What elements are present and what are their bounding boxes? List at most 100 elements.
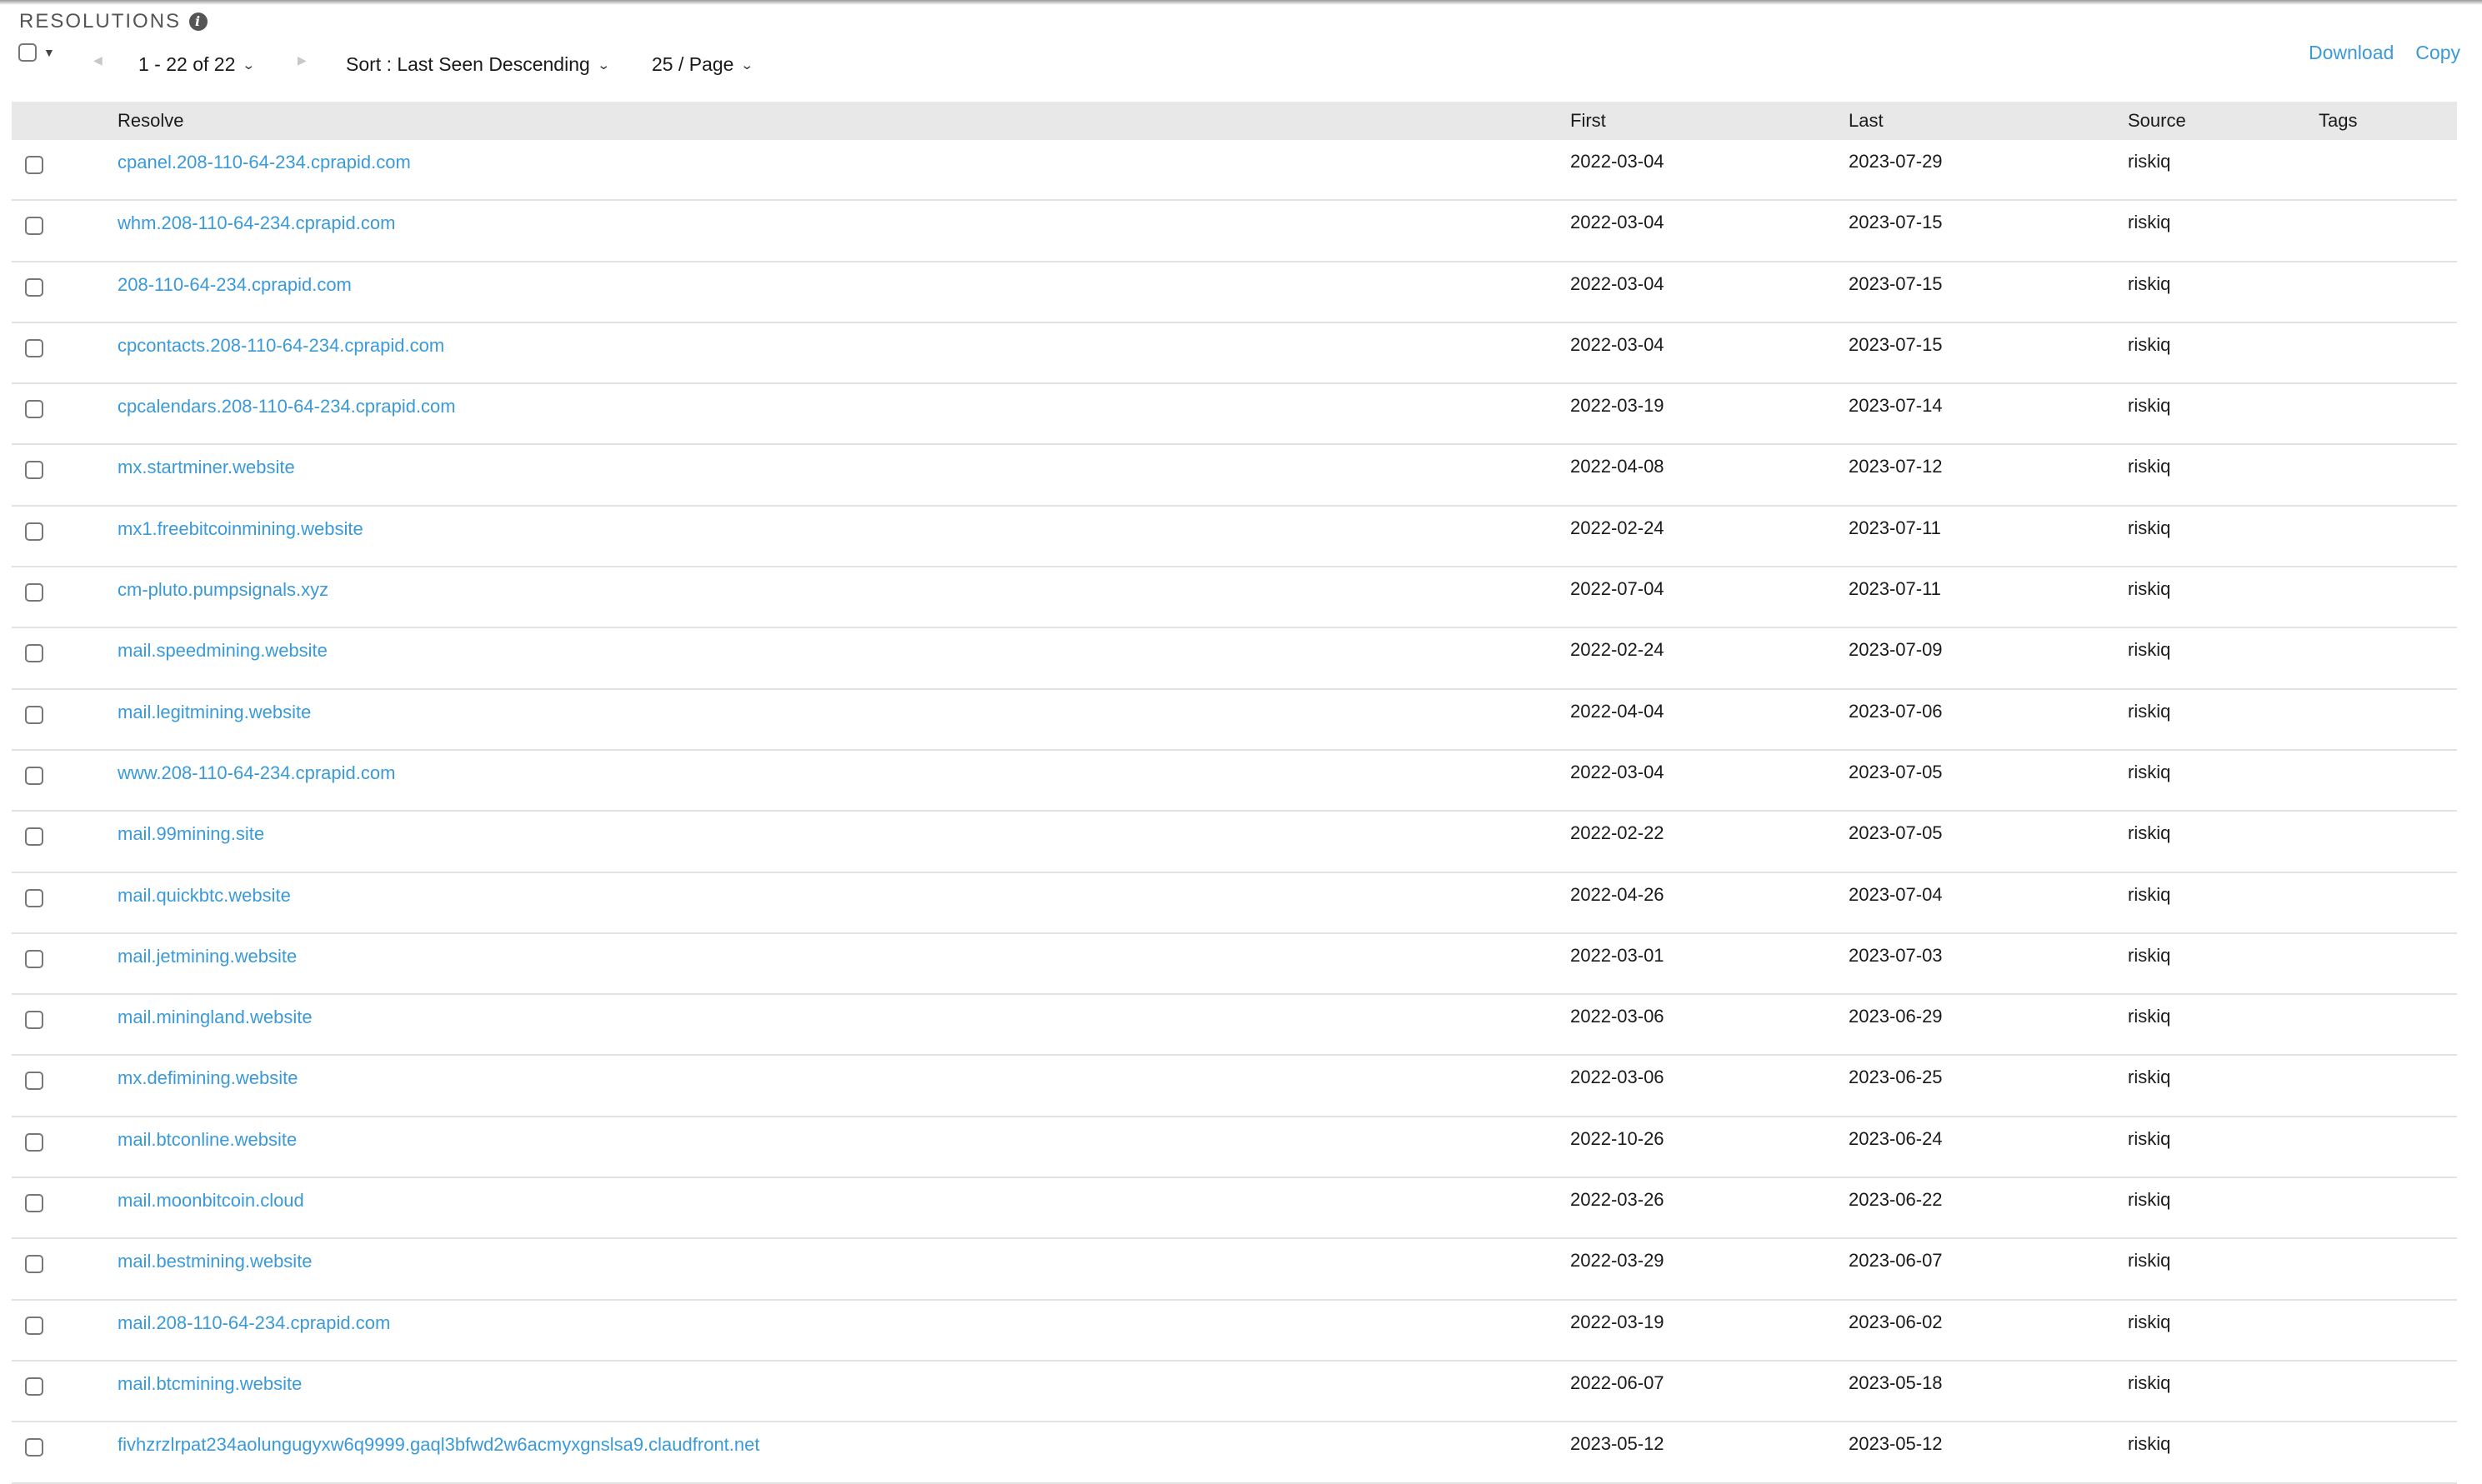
row-checkbox[interactable] <box>25 949 43 968</box>
resolve-link[interactable]: mail.bestmining.website <box>118 1251 313 1272</box>
source: riskiq <box>2128 761 2171 782</box>
first-seen: 2022-03-01 <box>1570 944 1664 966</box>
row-checkbox[interactable] <box>25 522 43 541</box>
caret-down-icon[interactable]: ▼ <box>43 46 55 59</box>
source: riskiq <box>2128 639 2171 661</box>
row-checkbox[interactable] <box>25 217 43 236</box>
row-checkbox[interactable] <box>25 1377 43 1396</box>
triangle-right-icon[interactable]: ▶ <box>298 53 307 67</box>
resolve-link[interactable]: mx.startminer.website <box>118 457 295 478</box>
toolbar: ▼ ◀ 1 - 22 of 22 ⌄ ▶ Sort : Last Seen De… <box>18 42 2460 92</box>
last-seen: 2023-06-29 <box>1849 1006 1943 1027</box>
last-seen: 2023-07-12 <box>1849 456 1943 477</box>
column-header-first[interactable]: First <box>1570 110 1606 132</box>
select-all-dropdown[interactable]: ▼ <box>18 43 55 62</box>
row-checkbox[interactable] <box>25 1011 43 1030</box>
table-row: mail.btconline.website 2022-10-26 2023-06-… <box>12 1117 2457 1179</box>
source: riskiq <box>2128 456 2171 477</box>
source: riskiq <box>2128 1372 2171 1393</box>
resolve-link[interactable]: whm.208-110-64-234.cprapid.com <box>118 212 395 234</box>
row-checkbox[interactable] <box>25 1316 43 1335</box>
row-checkbox[interactable] <box>25 1072 43 1091</box>
row-checkbox[interactable] <box>25 1132 43 1152</box>
table-row: mail.btcmining.website 2022-06-07 2023-05-… <box>12 1362 2457 1423</box>
row-checkbox[interactable] <box>25 1438 43 1457</box>
last-seen: 2023-07-15 <box>1849 212 1943 233</box>
column-header-source[interactable]: Source <box>2128 110 2186 132</box>
copy-link[interactable]: Copy <box>2415 42 2460 64</box>
row-checkbox[interactable] <box>25 827 43 847</box>
source: riskiq <box>2128 517 2171 538</box>
resolve-link[interactable]: mail.moonbitcoin.cloud <box>118 1190 304 1212</box>
column-header-resolve[interactable]: Resolve <box>118 110 183 132</box>
resolve-link[interactable]: mail.quickbtc.website <box>118 885 291 907</box>
source: riskiq <box>2128 1006 2171 1027</box>
resolve-link[interactable]: www.208-110-64-234.cprapid.com <box>118 762 395 784</box>
first-seen: 2022-06-07 <box>1570 1372 1664 1393</box>
page-size-dropdown[interactable]: 25 / Page ⌄ <box>652 53 754 76</box>
source: riskiq <box>2128 822 2171 844</box>
table-row: mx.defimining.website 2022-03-06 2023-06-2… <box>12 1056 2457 1117</box>
info-icon[interactable]: i <box>189 12 208 31</box>
source: riskiq <box>2128 944 2171 966</box>
row-checkbox[interactable] <box>25 1194 43 1213</box>
row-checkbox[interactable] <box>25 888 43 907</box>
resolve-link[interactable]: mail.208-110-64-234.cprapid.com <box>118 1312 390 1334</box>
row-checkbox[interactable] <box>25 705 43 724</box>
source: riskiq <box>2128 1311 2171 1332</box>
table-row: mx.startminer.website 2022-04-08 2023-07-1… <box>12 445 2457 507</box>
pager-range-dropdown[interactable]: 1 - 22 of 22 ⌄ <box>138 53 256 76</box>
resolve-link[interactable]: mail.99mining.site <box>118 823 264 845</box>
download-link[interactable]: Download <box>2309 42 2394 64</box>
source: riskiq <box>2128 272 2171 294</box>
last-seen: 2023-07-11 <box>1849 578 1941 600</box>
resolve-link[interactable]: cpcontacts.208-110-64-234.cprapid.com <box>118 335 444 357</box>
table-row: mail.99mining.site 2022-02-22 2023-07-05 ri… <box>12 812 2457 873</box>
last-seen: 2023-05-12 <box>1849 1433 1943 1455</box>
resolve-link[interactable]: mx1.freebitcoinmining.website <box>118 518 363 540</box>
resolve-link[interactable]: mx.defimining.website <box>118 1067 298 1089</box>
source: riskiq <box>2128 395 2171 417</box>
last-seen: 2023-06-25 <box>1849 1067 1943 1088</box>
table-row: mail.speedmining.website 2022-02-24 2023-0… <box>12 628 2457 690</box>
row-checkbox[interactable] <box>25 338 43 357</box>
sort-dropdown[interactable]: Sort : Last Seen Descending ⌄ <box>346 53 610 76</box>
row-checkbox[interactable] <box>25 583 43 602</box>
select-all-checkbox[interactable] <box>18 43 37 62</box>
column-header-last[interactable]: Last <box>1849 110 1884 132</box>
resolve-link[interactable]: mail.speedmining.website <box>118 640 328 662</box>
last-seen: 2023-06-07 <box>1849 1250 1943 1272</box>
triangle-left-icon[interactable]: ◀ <box>93 53 103 67</box>
actions: Download Copy <box>2309 42 2460 64</box>
source: riskiq <box>2128 151 2171 172</box>
resolve-link[interactable]: mail.miningland.website <box>118 1007 313 1028</box>
top-shadow <box>0 0 2482 5</box>
table-row: cpcalendars.208-110-64-234.cprapid.com 20… <box>12 384 2457 446</box>
source: riskiq <box>2128 1127 2171 1149</box>
last-seen: 2023-06-24 <box>1849 1127 1943 1149</box>
table-row: 208-110-64-234.cprapid.com 2022-03-04 2023… <box>12 262 2457 323</box>
resolve-link[interactable]: mail.legitmining.website <box>118 702 311 723</box>
first-seen: 2022-10-26 <box>1570 1127 1664 1149</box>
row-checkbox[interactable] <box>25 400 43 419</box>
first-seen: 2022-03-04 <box>1570 272 1664 294</box>
row-checkbox[interactable] <box>25 461 43 480</box>
resolve-link[interactable]: mail.btcmining.website <box>118 1373 302 1395</box>
resolve-link[interactable]: fivhzrzlrpat234aolungugyxw6q9999.gaql3bf… <box>118 1434 759 1456</box>
first-seen: 2022-03-26 <box>1570 1189 1664 1211</box>
row-checkbox[interactable] <box>25 644 43 663</box>
resolve-link[interactable]: mail.jetmining.website <box>118 946 297 967</box>
resolve-link[interactable]: cpcalendars.208-110-64-234.cprapid.com <box>118 396 456 417</box>
row-checkbox[interactable] <box>25 156 43 174</box>
resolve-link[interactable]: cpanel.208-110-64-234.cprapid.com <box>118 152 411 173</box>
resolve-link[interactable]: cm-pluto.pumpsignals.xyz <box>118 579 328 601</box>
row-checkbox[interactable] <box>25 1255 43 1274</box>
row-checkbox[interactable] <box>25 277 43 297</box>
first-seen: 2022-02-22 <box>1570 822 1664 844</box>
row-checkbox[interactable] <box>25 766 43 785</box>
resolve-link[interactable]: mail.btconline.website <box>118 1129 297 1151</box>
last-seen: 2023-07-14 <box>1849 395 1943 417</box>
last-seen: 2023-05-18 <box>1849 1372 1943 1393</box>
column-header-tags[interactable]: Tags <box>2319 110 2357 132</box>
resolve-link[interactable]: 208-110-64-234.cprapid.com <box>118 274 352 296</box>
